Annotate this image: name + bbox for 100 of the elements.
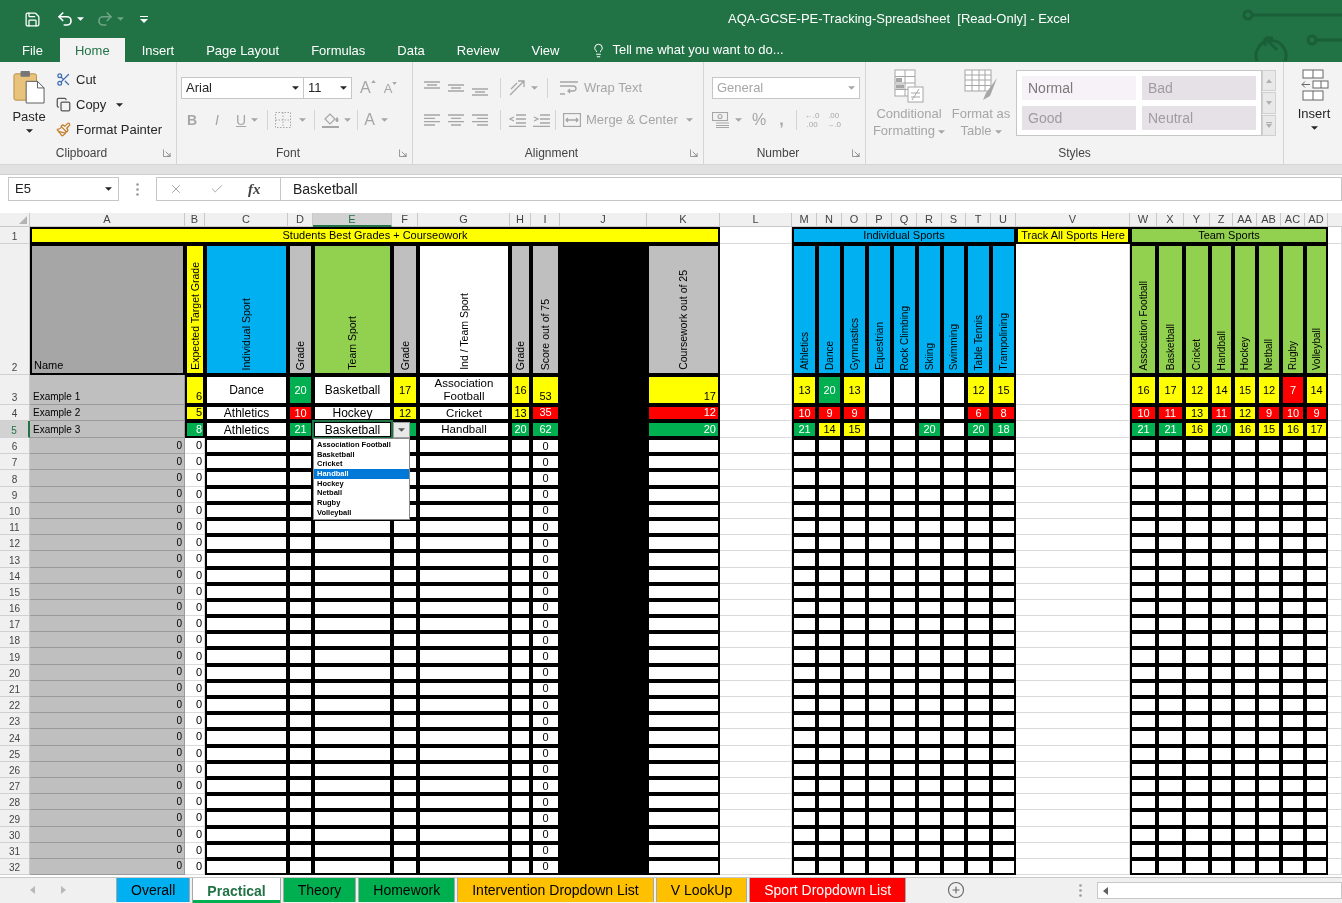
cut-button[interactable]: Cut bbox=[56, 67, 162, 92]
sheet-tab[interactable]: Overall bbox=[116, 878, 191, 902]
column-header[interactable]: Z bbox=[1210, 213, 1233, 227]
sheet-tab[interactable]: Theory bbox=[282, 878, 357, 902]
insert-function-button[interactable]: fx bbox=[248, 181, 261, 197]
row-header[interactable]: 8 bbox=[0, 470, 30, 487]
column-header[interactable]: AB bbox=[1257, 213, 1281, 227]
column-header[interactable]: D bbox=[288, 213, 313, 227]
dialog-launcher-icon[interactable] bbox=[399, 148, 407, 157]
sheet-tab[interactable]: Sport Dropdown List bbox=[749, 878, 907, 902]
name-box[interactable]: E5 bbox=[8, 177, 119, 201]
row-header[interactable]: 22 bbox=[0, 697, 30, 714]
cancel-button[interactable] bbox=[169, 182, 183, 196]
column-header[interactable]: A bbox=[30, 213, 185, 227]
ribbon-tab[interactable]: File bbox=[7, 38, 58, 62]
select-all-triangle-icon[interactable] bbox=[19, 216, 27, 224]
ribbon-tab[interactable]: Data bbox=[382, 38, 440, 62]
dialog-launcher-icon[interactable] bbox=[690, 148, 698, 157]
column-header[interactable]: H bbox=[510, 213, 531, 227]
column-header[interactable]: B bbox=[185, 213, 205, 227]
column-header[interactable]: AD bbox=[1305, 213, 1328, 227]
format-painter-button[interactable]: Format Painter bbox=[56, 117, 162, 142]
column-header[interactable]: U bbox=[991, 213, 1016, 227]
row-header[interactable]: 28 bbox=[0, 794, 30, 811]
column-header[interactable]: I bbox=[531, 213, 560, 227]
row-header[interactable]: 18 bbox=[0, 632, 30, 649]
sheet-tab[interactable]: V LookUp bbox=[655, 878, 748, 902]
copy-button[interactable]: Copy bbox=[56, 92, 162, 117]
customize-toolbar-button[interactable] bbox=[140, 15, 148, 23]
caret-icon bbox=[848, 86, 855, 90]
font-size-field[interactable]: 11 bbox=[304, 77, 352, 99]
row-header[interactable]: 23 bbox=[0, 713, 30, 730]
row-header[interactable]: 17 bbox=[0, 616, 30, 633]
column-header[interactable]: R bbox=[917, 213, 942, 227]
cell-style-option[interactable]: Normal bbox=[1022, 76, 1136, 100]
sheet-tab[interactable]: Homework bbox=[358, 878, 456, 902]
dialog-launcher-icon[interactable] bbox=[852, 148, 860, 157]
ribbon-tab[interactable]: Page Layout bbox=[191, 38, 295, 62]
scroll-down-button[interactable] bbox=[1262, 92, 1276, 114]
column-header[interactable]: J bbox=[560, 213, 647, 227]
column-header[interactable]: W bbox=[1130, 213, 1157, 227]
score-cell: 0 bbox=[531, 535, 560, 552]
row-header[interactable]: 29 bbox=[0, 810, 30, 827]
column-header[interactable]: Y bbox=[1184, 213, 1210, 227]
column-header[interactable]: S bbox=[942, 213, 966, 227]
tell-me-field[interactable]: Tell me what you want to do... bbox=[591, 38, 784, 62]
save-icon[interactable] bbox=[24, 10, 41, 28]
column-header[interactable]: AA bbox=[1233, 213, 1257, 227]
column-header[interactable]: M bbox=[792, 213, 817, 227]
horizontal-scrollbar[interactable] bbox=[1097, 882, 1342, 899]
column-header[interactable]: AC bbox=[1281, 213, 1305, 227]
paste-button[interactable]: Paste bbox=[8, 67, 50, 142]
column-header[interactable]: P bbox=[867, 213, 892, 227]
diagonal-arrow-icon bbox=[509, 80, 527, 96]
column-header[interactable]: Q bbox=[892, 213, 917, 227]
row-header[interactable]: 12 bbox=[0, 535, 30, 552]
scroll-up-button[interactable] bbox=[1262, 70, 1276, 92]
column-header[interactable]: L bbox=[720, 213, 792, 227]
row-header[interactable]: 5 bbox=[0, 421, 30, 438]
column-header[interactable]: N bbox=[817, 213, 842, 227]
column-header[interactable]: X bbox=[1157, 213, 1184, 227]
row-header[interactable]: 13 bbox=[0, 551, 30, 568]
ribbon-tab[interactable]: View bbox=[516, 38, 575, 62]
sheet-tab[interactable]: Practical bbox=[192, 878, 281, 903]
column-header[interactable]: T bbox=[966, 213, 991, 227]
row-header[interactable]: 4 bbox=[0, 405, 30, 421]
scroll-right-icon[interactable] bbox=[61, 886, 66, 894]
enter-button[interactable] bbox=[210, 182, 224, 196]
undo-button[interactable] bbox=[56, 10, 84, 28]
column-header[interactable]: E bbox=[313, 213, 392, 227]
redo-button[interactable] bbox=[96, 10, 124, 28]
column-header[interactable]: F bbox=[392, 213, 418, 227]
dialog-launcher-icon[interactable] bbox=[163, 148, 171, 157]
ribbon-tab[interactable]: Insert bbox=[126, 38, 190, 62]
grade-cell: 9 bbox=[1305, 405, 1328, 421]
dropdown-arrow-button[interactable] bbox=[393, 422, 410, 438]
column-header[interactable]: K bbox=[647, 213, 720, 227]
add-sheet-icon[interactable] bbox=[947, 881, 966, 899]
scroll-left-icon[interactable] bbox=[30, 886, 35, 894]
row-header[interactable]: 24 bbox=[0, 729, 30, 746]
sheet-tab[interactable]: Intervention Dropdown List bbox=[457, 878, 654, 902]
font-name-field[interactable]: Arial bbox=[181, 77, 304, 99]
more-styles-button[interactable] bbox=[1262, 114, 1276, 136]
student-name-cell: 0 bbox=[30, 438, 185, 455]
column-header[interactable] bbox=[1328, 213, 1342, 227]
column-header[interactable]: C bbox=[205, 213, 288, 227]
column-header[interactable]: V bbox=[1016, 213, 1130, 227]
column-header[interactable]: G bbox=[418, 213, 510, 227]
insert-cells-button[interactable]: Insert bbox=[1294, 69, 1334, 130]
row-header[interactable]: 6 bbox=[0, 438, 30, 455]
ribbon-tab[interactable]: Review bbox=[441, 38, 515, 62]
row-header[interactable]: 2 bbox=[0, 244, 30, 375]
ribbon-tab[interactable]: Home bbox=[59, 38, 125, 62]
row-header[interactable]: 3 bbox=[0, 375, 30, 405]
row-header[interactable]: 7 bbox=[0, 454, 30, 471]
formula-field[interactable]: Basketball bbox=[281, 177, 1342, 201]
row-header[interactable]: 1 bbox=[0, 227, 30, 244]
column-header[interactable]: O bbox=[842, 213, 867, 227]
row-header[interactable]: 19 bbox=[0, 648, 30, 665]
ribbon-tab[interactable]: Formulas bbox=[296, 38, 381, 62]
